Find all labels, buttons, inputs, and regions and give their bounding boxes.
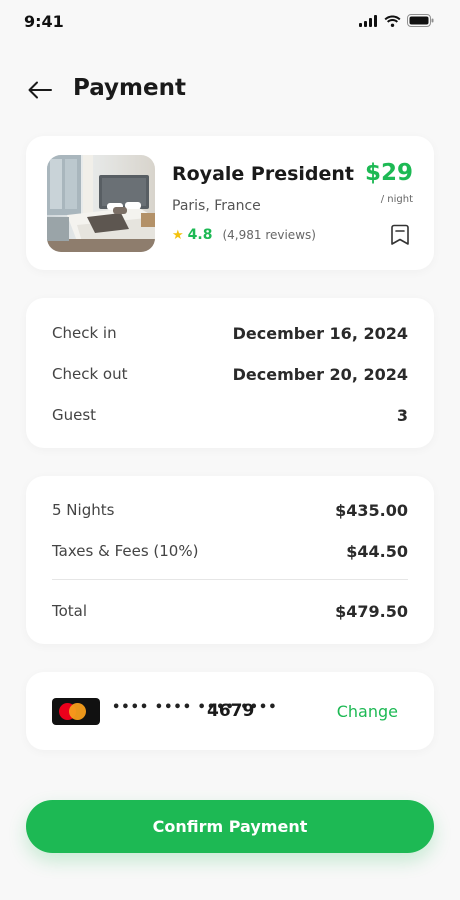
guest-label: Guest: [52, 406, 97, 424]
guest-value: 3: [396, 405, 408, 425]
taxes-label: Taxes & Fees (10%): [52, 542, 199, 560]
bookmark-button[interactable]: [388, 222, 412, 248]
check-out-value: December 20, 2024: [232, 364, 408, 384]
status-icons: [359, 14, 434, 27]
confirm-payment-button[interactable]: Confirm Payment: [26, 800, 434, 853]
price-unit: / night: [380, 194, 413, 205]
taxes-value: $44.50: [346, 541, 408, 561]
signal-icon: [359, 14, 377, 27]
total-row: Total $479.50: [52, 599, 408, 623]
check-out-row: Check out December 20, 2024: [52, 362, 408, 386]
check-in-row: Check in December 16, 2024: [52, 321, 408, 345]
header: Payment: [0, 66, 460, 114]
mastercard-icon: [52, 698, 100, 725]
hotel-name: Royale President: [172, 163, 355, 185]
booking-details-card: Check in December 16, 2024 Check out Dec…: [26, 298, 434, 448]
price-breakdown-card: 5 Nights $435.00 Taxes & Fees (10%) $44.…: [26, 476, 434, 644]
total-value: $479.50: [335, 601, 408, 621]
taxes-row: Taxes & Fees (10%) $44.50: [52, 539, 408, 563]
nights-value: $435.00: [335, 500, 408, 520]
bookmark-icon: [391, 224, 409, 245]
arrow-left-icon: [28, 81, 52, 99]
status-bar: 9:41: [0, 0, 460, 44]
nights-label: 5 Nights: [52, 501, 115, 519]
total-label: Total: [52, 602, 88, 620]
battery-icon: [407, 14, 434, 27]
check-in-label: Check in: [52, 324, 117, 342]
hotel-card[interactable]: Royale President Paris, France ★ 4.8 (4,…: [26, 136, 434, 270]
wifi-icon: [384, 15, 401, 27]
payment-method-card: •••• •••• •••• •••• 4679 Change: [26, 672, 434, 750]
card-last-four: 4679: [207, 701, 255, 721]
check-in-value: December 16, 2024: [232, 323, 408, 343]
hotel-image: [47, 155, 155, 252]
status-time: 9:41: [24, 12, 64, 31]
divider: [52, 579, 408, 580]
change-payment-button[interactable]: Change: [337, 702, 398, 721]
hotel-price: $29: [364, 160, 413, 186]
back-button[interactable]: [26, 76, 54, 104]
hotel-location: Paris, France: [172, 198, 261, 214]
star-icon: ★: [172, 227, 184, 243]
hotel-rating: ★ 4.8 (4,981 reviews): [172, 227, 316, 243]
guest-row: Guest 3: [52, 403, 408, 427]
page-title: Payment: [73, 75, 186, 101]
rating-value: 4.8: [187, 227, 213, 243]
check-out-label: Check out: [52, 365, 128, 383]
rating-reviews: (4,981 reviews): [222, 228, 316, 242]
nights-row: 5 Nights $435.00: [52, 498, 408, 522]
